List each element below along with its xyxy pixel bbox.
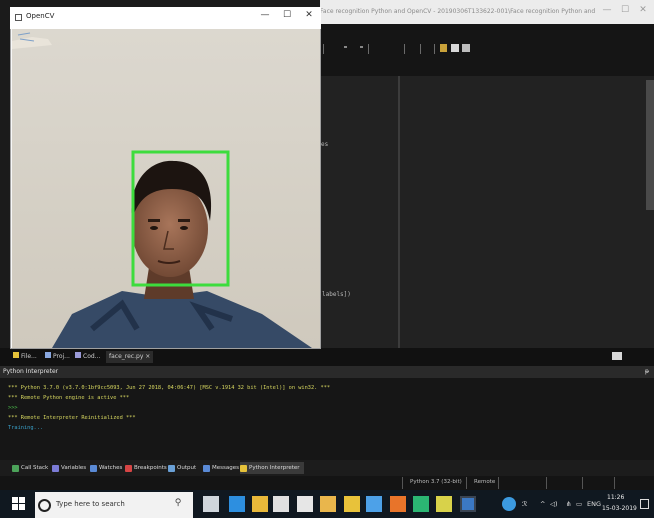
windows-start-icon[interactable] [12, 497, 26, 511]
toolbar-separator [434, 44, 435, 54]
toolbar-dropdown-icon[interactable] [344, 46, 347, 48]
panel-options-icon[interactable] [612, 352, 622, 360]
status-separator [466, 477, 467, 489]
toolbar-separator [323, 44, 324, 54]
status-separator [402, 477, 403, 489]
ide-window-title: Face recognition Python and OpenCV - 201… [320, 8, 595, 15]
opencv-close-button[interactable]: ✕ [302, 10, 316, 20]
notifications-icon[interactable] [640, 499, 649, 509]
code-icon [75, 352, 81, 358]
output-icon [168, 464, 175, 472]
variables-icon [52, 464, 59, 472]
interpreter-console[interactable]: *** Python 3.7.0 (v3.7.0:1bf9cc5093, Jun… [0, 378, 654, 460]
clock-date[interactable]: 15-03-2019 [602, 505, 637, 512]
firefox-icon[interactable] [390, 496, 406, 512]
ide-close-button[interactable]: ✕ [636, 5, 650, 17]
app-icon-2[interactable] [320, 496, 336, 512]
tab-file[interactable]: File... [10, 351, 40, 363]
python-icon[interactable] [462, 498, 474, 510]
task-view-icon[interactable] [203, 496, 219, 512]
chrome-icon[interactable] [502, 497, 516, 511]
tab-project[interactable]: Proj... [42, 351, 73, 363]
interpreter-header: Python Interpreter ᵽ [0, 366, 654, 378]
opencv-maximize-button[interactable]: ☐ [280, 10, 294, 20]
status-mode: Remote [474, 479, 496, 485]
app-icon-4[interactable] [366, 496, 382, 512]
ide-maximize-button[interactable]: ☐ [618, 5, 632, 17]
camera-frame [12, 29, 320, 348]
watches-icon [90, 464, 97, 472]
tab-variables[interactable]: Variables [52, 462, 86, 474]
tab-output[interactable]: Output [168, 462, 196, 474]
volume-icon[interactable]: ◁) [550, 500, 558, 508]
opencv-titlebar[interactable] [10, 7, 321, 29]
editor-scrollbar[interactable] [646, 80, 654, 210]
language-indicator[interactable]: ENG [587, 500, 601, 508]
status-separator [582, 477, 583, 489]
opencv-window-title: OpenCV [26, 12, 55, 20]
cortana-icon [38, 499, 51, 512]
tab-messages[interactable]: Messages [203, 462, 239, 474]
app-icon-6[interactable] [436, 496, 452, 512]
status-separator [546, 477, 547, 489]
ide-minimize-button[interactable]: — [600, 5, 614, 17]
code-editor[interactable] [320, 76, 654, 348]
console-line: >>> [8, 405, 18, 411]
opencv-minimize-button[interactable]: — [258, 10, 272, 20]
messages-icon [203, 464, 210, 472]
tab-breakpoints[interactable]: Breakpoints [125, 462, 167, 474]
people-icon[interactable]: ℛ [522, 500, 527, 508]
edge-icon[interactable] [229, 496, 245, 512]
call-stack-icon [12, 464, 19, 472]
ide-titlebar: Face recognition Python and OpenCV - 201… [320, 0, 654, 24]
toolbar-separator [368, 44, 369, 54]
console-line: Training... [8, 425, 44, 431]
console-line: *** Remote Python engine is active *** [8, 395, 130, 401]
editor-splitter[interactable] [398, 76, 400, 348]
tab-code[interactable]: Cod... [72, 351, 103, 363]
paint-icon[interactable] [273, 496, 289, 512]
status-separator [498, 477, 499, 489]
file-explorer-icon[interactable] [252, 496, 268, 512]
tab-call-stack[interactable]: Call Stack [12, 462, 48, 474]
toolbar-layout-icon[interactable] [462, 44, 470, 52]
search-placeholder: Type here to search [56, 500, 125, 508]
app-icon-3[interactable] [344, 496, 360, 512]
console-line: *** Python 3.7.0 (v3.7.0:1bf9cc5093, Jun… [8, 385, 331, 391]
battery-icon[interactable]: ▭ [576, 500, 582, 508]
status-separator [614, 477, 615, 489]
code-fragment: es [321, 141, 329, 148]
pin-icon[interactable]: ᵽ [645, 366, 649, 378]
tab-watches[interactable]: Watches [90, 462, 122, 474]
interpreter-title: Python Interpreter [3, 368, 59, 375]
microphone-icon[interactable]: ⚲ [174, 498, 182, 510]
project-icon [45, 352, 51, 358]
run-config-icon[interactable] [440, 44, 447, 52]
code-fragment: labels]) [322, 291, 351, 298]
camera-frame-image [12, 29, 320, 348]
breakpoints-icon [125, 464, 132, 472]
toolbar-separator [420, 44, 421, 54]
folder-icon [13, 352, 19, 358]
toolbar-separator [404, 44, 405, 54]
app-icon-5[interactable] [413, 496, 429, 512]
ide-toolbar [320, 24, 654, 76]
status-bar [0, 476, 654, 490]
opencv-app-icon [15, 14, 22, 21]
show-hidden-icons[interactable]: ^ [540, 500, 545, 508]
toolbar-dropdown-icon[interactable] [360, 46, 363, 48]
tab-python-interpreter[interactable]: Python Interpreter [240, 462, 304, 474]
python-icon [240, 464, 247, 472]
app-icon[interactable] [297, 496, 313, 512]
toolbar-window-icon[interactable] [451, 44, 459, 52]
status-interpreter: Python 3.7 (32-bit) [410, 479, 462, 485]
network-icon[interactable]: ⋔ [566, 500, 571, 508]
clock-time[interactable]: 11:26 [607, 494, 624, 501]
console-line: *** Remote Interpreter Reinitialized *** [8, 415, 136, 421]
tab-face-rec-py[interactable]: face_rec.py × [106, 351, 154, 363]
